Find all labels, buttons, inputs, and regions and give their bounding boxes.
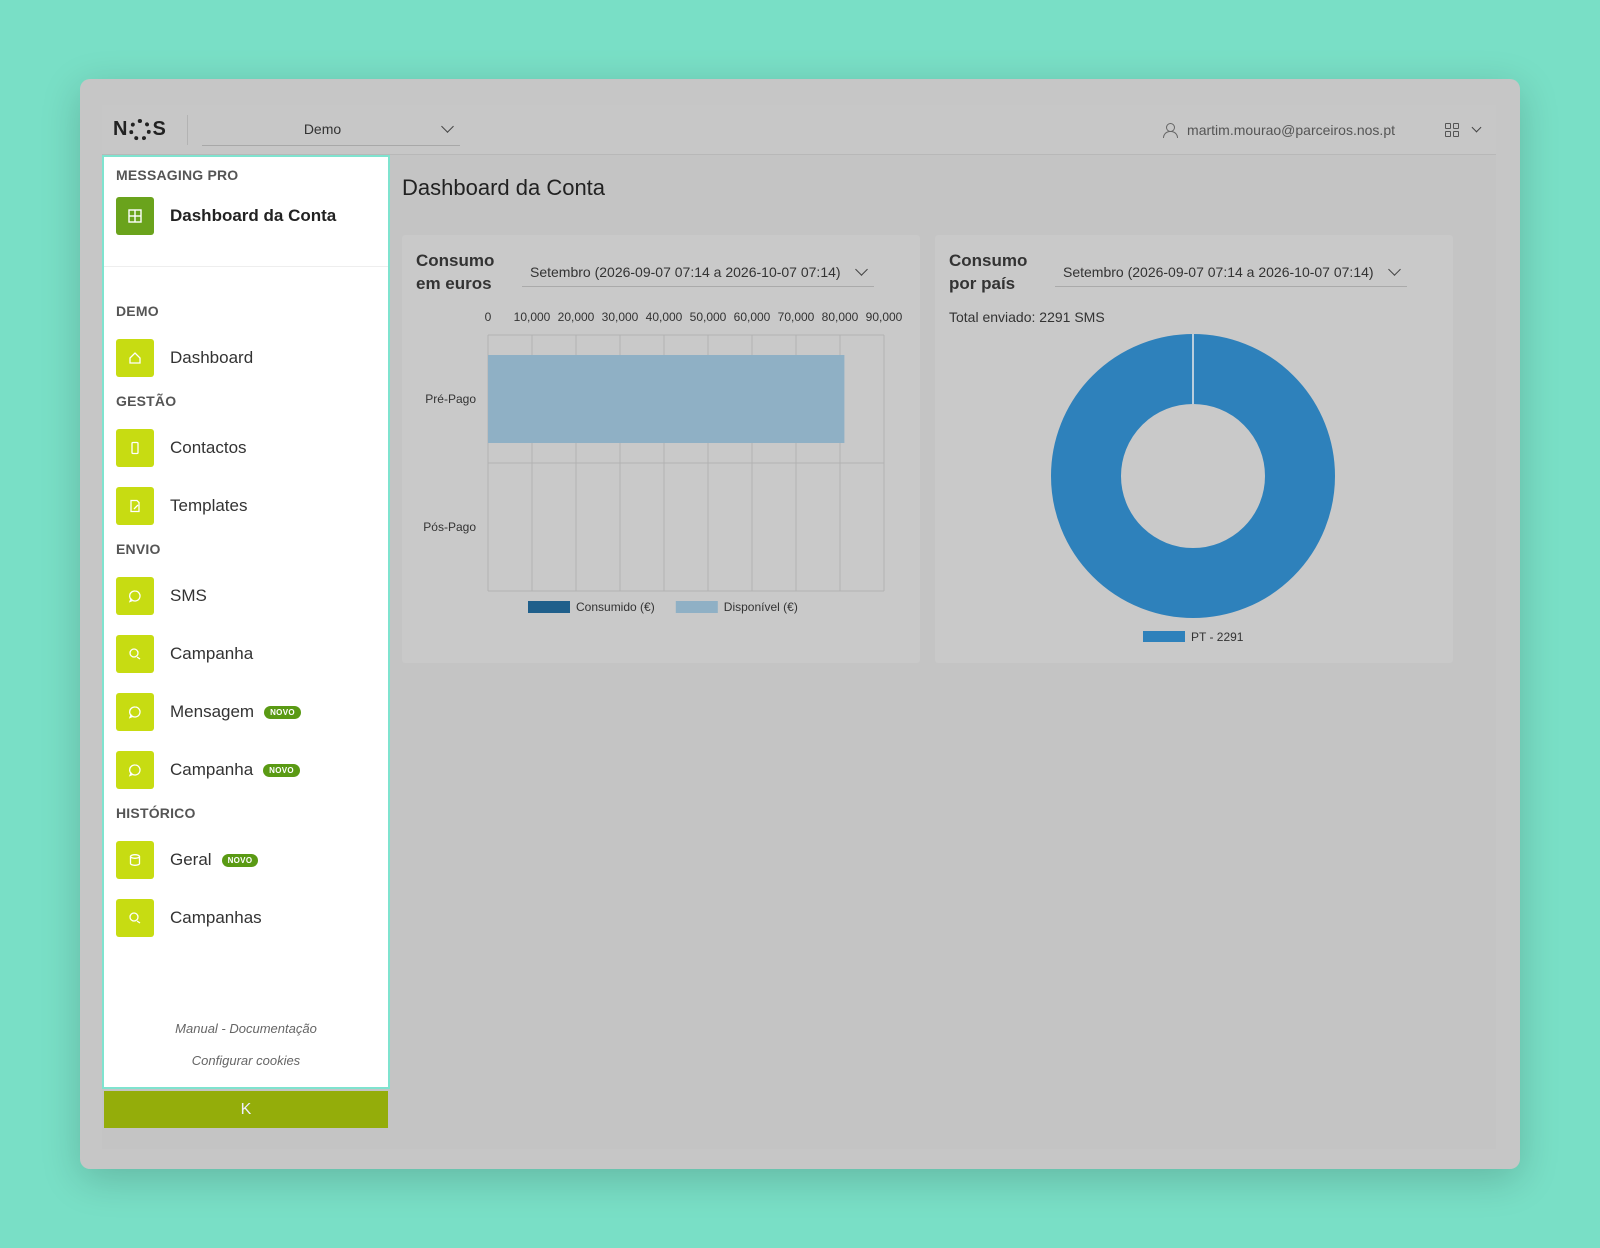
chat-bubble-icon xyxy=(116,693,154,731)
sidebar-footer: Manual - Documentação Configurar cookies xyxy=(104,1013,388,1087)
account-select-value: Demo xyxy=(303,121,342,137)
cookies-link[interactable]: Configurar cookies xyxy=(104,1045,388,1077)
chevron-down-icon xyxy=(441,120,454,133)
sidebar-item-label: Contactos xyxy=(170,438,247,457)
x-tick-label: 40,000 xyxy=(646,310,683,324)
sidebar-item-geral[interactable]: Geral NOVO xyxy=(116,841,376,879)
y-tick-label: Pós-Pago xyxy=(423,520,476,534)
legend-swatch xyxy=(528,601,570,613)
sidebar-item-label: SMS xyxy=(170,586,207,605)
chevron-down-icon[interactable] xyxy=(1471,122,1482,133)
period-select-value: Setembro (2026-09-07 07:14 a 2026-10-07 … xyxy=(530,263,841,280)
home-icon xyxy=(116,339,154,377)
apps-grid-icon[interactable] xyxy=(1445,122,1459,137)
period-select-value: Setembro (2026-09-07 07:14 a 2026-10-07 … xyxy=(1063,263,1374,280)
legend-swatch xyxy=(675,601,718,613)
sidebar-item-dashboard[interactable]: Dashboard xyxy=(116,339,376,377)
app-container: NS Demo martim.mourao@parceiros.nos.pt M… xyxy=(102,105,1496,1149)
card-title: Consumo em euros xyxy=(416,251,495,293)
nos-logo[interactable]: NS xyxy=(102,114,188,145)
sidebar-item-templates[interactable]: Templates xyxy=(116,487,376,525)
sidebar-item-label: Campanhas xyxy=(170,908,262,927)
user-menu[interactable]: martim.mourao@parceiros.nos.pt xyxy=(1163,122,1395,138)
sidebar-item-campanha-novo[interactable]: Campanha NOVO xyxy=(116,751,376,789)
phone-icon xyxy=(116,429,154,467)
total-sent: Total enviado: 2291 SMS xyxy=(949,309,1105,325)
section-envio: ENVIO xyxy=(116,541,161,557)
sidebar-item-campanha[interactable]: Campanha xyxy=(116,635,376,673)
user-icon xyxy=(1163,122,1179,138)
sidebar: MESSAGING PRO Dashboard da Conta DEMO Da… xyxy=(102,155,390,1089)
sidebar-item-label: Geral xyxy=(170,850,212,869)
sidebar-item-mensagem[interactable]: Mensagem NOVO xyxy=(116,693,376,731)
sidebar-item-label: Campanha xyxy=(170,644,254,663)
bar xyxy=(488,355,845,443)
sidebar-item-label: Dashboard da Conta xyxy=(170,206,337,225)
new-badge: NOVO xyxy=(221,853,259,867)
sidebar-item-label: Templates xyxy=(170,496,248,515)
new-badge: NOVO xyxy=(263,763,300,777)
chat-bubble-icon xyxy=(116,751,154,789)
edit-document-icon xyxy=(116,487,154,525)
x-tick-label: 20,000 xyxy=(558,310,595,324)
user-email: martim.mourao@parceiros.nos.pt xyxy=(1187,121,1395,138)
chevron-down-icon xyxy=(855,262,868,276)
sidebar-item-label: Mensagem xyxy=(170,702,255,721)
collapse-sidebar-button[interactable]: K xyxy=(104,1091,388,1128)
database-icon xyxy=(116,841,154,879)
x-tick-label: 10,000 xyxy=(514,310,551,324)
section-gestao: GESTÃO xyxy=(116,393,177,409)
x-tick-label: 60,000 xyxy=(734,310,771,324)
section-demo: DEMO xyxy=(116,303,159,319)
x-tick-label: 50,000 xyxy=(690,310,727,324)
chat-group-icon xyxy=(116,635,154,673)
period-select[interactable]: Setembro (2026-09-07 07:14 a 2026-10-07 … xyxy=(1055,257,1407,287)
period-select[interactable]: Setembro (2026-09-07 07:14 a 2026-10-07 … xyxy=(522,257,874,287)
sidebar-item-campanhas[interactable]: Campanhas xyxy=(116,899,376,937)
sidebar-item-contactos[interactable]: Contactos xyxy=(116,429,376,467)
top-bar: NS Demo martim.mourao@parceiros.nos.pt xyxy=(102,105,1496,155)
bar-chart: 0 10,000 20,000 30,000 40,000 50,000 60,000 70,… xyxy=(423,310,903,614)
sidebar-item-dashboard-conta[interactable]: Dashboard da Conta xyxy=(116,197,376,235)
legend-label: Disponível (€) xyxy=(724,600,798,614)
donut-chart: PT - 2291 xyxy=(1051,334,1335,644)
x-tick-label: 70,000 xyxy=(778,310,815,324)
legend-label: Consumido (€) xyxy=(576,600,655,614)
chat-group-icon xyxy=(116,899,154,937)
section-product: MESSAGING PRO xyxy=(116,167,239,183)
legend-swatch xyxy=(1143,631,1185,642)
main-content: Dashboard da Conta Consumo em euros Sete… xyxy=(390,155,1496,1149)
chat-bubble-icon xyxy=(116,577,154,615)
browser-window: NS Demo martim.mourao@parceiros.nos.pt M… xyxy=(80,79,1520,1169)
x-tick-label: 90,000 xyxy=(866,310,903,324)
account-select[interactable]: Demo xyxy=(202,114,460,146)
chevron-down-icon xyxy=(1388,262,1401,276)
card-consumo-euros: Consumo em euros Setembro (2026-09-07 07… xyxy=(402,235,920,663)
card-title: Consumo por país xyxy=(949,251,1028,293)
sidebar-item-label: Campanha xyxy=(170,760,254,779)
card-consumo-pais: Consumo por país Setembro (2026-09-07 07… xyxy=(935,235,1453,663)
y-tick-label: Pré-Pago xyxy=(425,392,476,406)
section-historico: HISTÓRICO xyxy=(116,805,196,821)
grid-icon xyxy=(116,197,154,235)
x-tick-label: 30,000 xyxy=(602,310,639,324)
sidebar-item-label: Dashboard xyxy=(170,348,254,367)
collapse-icon: K xyxy=(240,1100,252,1118)
sidebar-item-sms[interactable]: SMS xyxy=(116,577,376,615)
legend-label: PT - 2291 xyxy=(1191,630,1244,644)
x-tick-label: 80,000 xyxy=(822,310,859,324)
manual-link[interactable]: Manual - Documentação xyxy=(104,1013,388,1045)
sidebar-header: MESSAGING PRO Dashboard da Conta xyxy=(104,157,388,267)
new-badge: NOVO xyxy=(264,705,301,719)
page-title: Dashboard da Conta xyxy=(402,175,606,200)
x-tick-label: 0 xyxy=(485,310,492,324)
